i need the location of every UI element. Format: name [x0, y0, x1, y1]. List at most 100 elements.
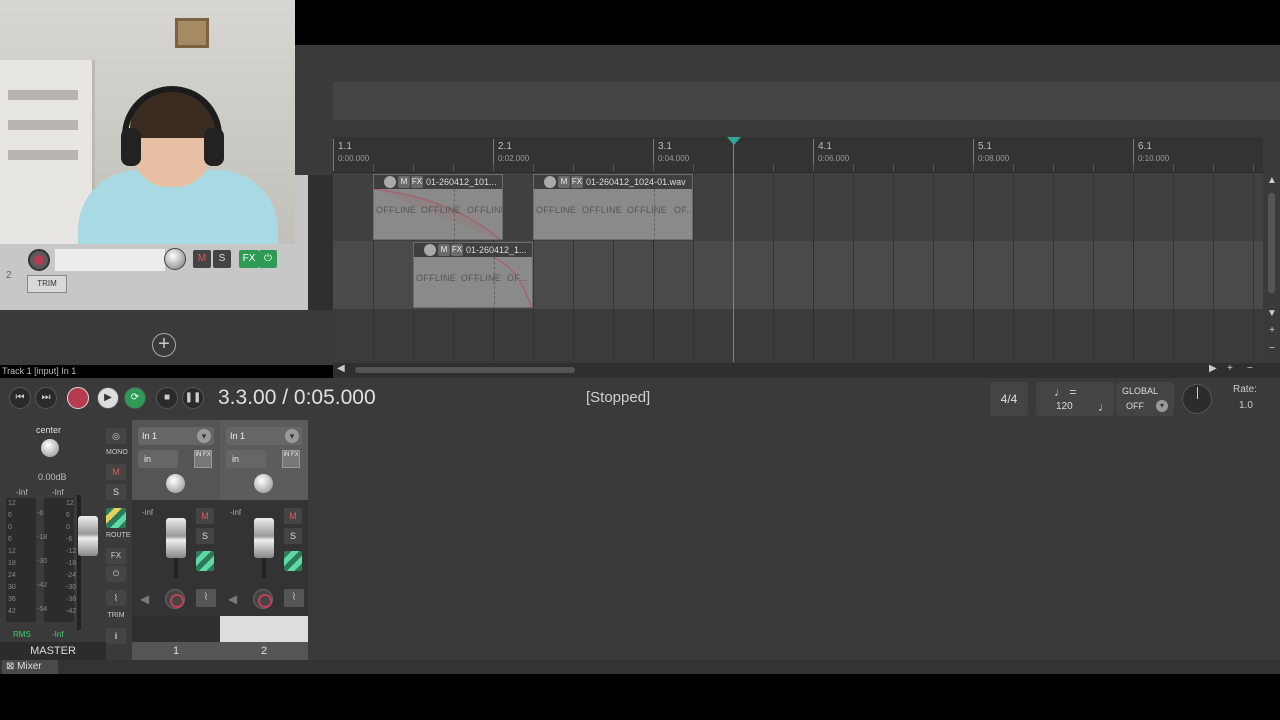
track-panel-divider[interactable] — [308, 175, 333, 310]
grid-line — [1133, 173, 1134, 361]
input-select[interactable]: In 1 — [138, 427, 214, 445]
item-lock-icon[interactable] — [544, 176, 556, 188]
global-automation[interactable]: GLOBAL OFF ▾ — [1116, 382, 1174, 416]
ruler-tick — [493, 164, 494, 172]
play-cursor-marker-icon[interactable] — [727, 137, 741, 145]
track-mute-button[interactable]: M — [193, 250, 211, 268]
record-icon[interactable] — [67, 387, 89, 409]
scroll-down-icon[interactable]: ▼ — [1266, 308, 1278, 319]
grid-line — [1173, 173, 1174, 361]
media-item[interactable]: 01-260412_101... M FX OFFLINE OFFLINE OF… — [373, 174, 503, 240]
ruler-tick — [973, 164, 974, 172]
item-mute-button[interactable]: M — [398, 176, 410, 188]
empty-track-area[interactable] — [333, 309, 1263, 361]
skip-forward-icon[interactable]: ⏭ — [35, 387, 57, 409]
fx-power-icon[interactable]: ⏻ — [106, 566, 126, 582]
scroll-left-icon[interactable]: ◀ — [337, 363, 345, 374]
master-fx-button[interactable]: FX — [106, 548, 126, 564]
media-item[interactable]: 01-260412_1... M FX OFFLINE OFFLINE OF..… — [413, 242, 533, 308]
meter-scale-label: 6 — [8, 536, 12, 543]
track-control-panel[interactable]: 2 M S FX ⏻ TRIM — [0, 244, 308, 310]
solo-button[interactable]: S — [284, 528, 302, 544]
envelope-icon[interactable]: ⌇ — [106, 590, 126, 606]
play-icon[interactable]: ▶ — [97, 387, 119, 409]
input-fx-button[interactable]: IN FX — [194, 450, 212, 468]
top-black-bar — [295, 0, 1280, 45]
record-arm-button[interactable] — [165, 589, 185, 609]
repeat-icon[interactable]: ⟳ — [124, 387, 146, 409]
add-track-icon[interactable]: + — [152, 333, 176, 357]
close-icon[interactable]: ⊠ — [6, 661, 14, 672]
meter-scale-label: -30 — [66, 584, 77, 591]
track-name-field[interactable] — [55, 249, 165, 271]
record-arm-button[interactable] — [28, 249, 50, 271]
mixer-tab[interactable]: ⊠ Mixer — [2, 660, 58, 674]
solo-button[interactable]: S — [196, 528, 214, 544]
strip-number[interactable]: 1 — [132, 642, 220, 660]
master-gain[interactable]: 0.00dB — [38, 472, 67, 482]
speaker-icon[interactable]: ◀ — [140, 592, 149, 606]
play-cursor[interactable] — [733, 137, 734, 362]
mixer-strip-1: In 1 in IN FX -inf M S ◀ ⌇ 1 — [132, 420, 220, 660]
pan-knob[interactable] — [166, 474, 185, 493]
volume-fader[interactable] — [254, 518, 274, 558]
mono-icon[interactable]: ◎ — [106, 428, 126, 444]
rate-knob[interactable] — [1182, 384, 1212, 414]
master-solo-button[interactable]: S — [106, 484, 126, 500]
time-signature[interactable]: 4/4 — [990, 382, 1028, 416]
track-solo-button[interactable]: S — [213, 250, 231, 268]
strip-number[interactable]: 2 — [220, 642, 308, 660]
skip-back-icon[interactable]: ⏮ — [9, 387, 31, 409]
scroll-right-icon[interactable]: ▶ — [1209, 363, 1217, 374]
route-icon[interactable] — [106, 508, 126, 528]
pause-icon[interactable]: ❚❚ — [182, 387, 204, 409]
item-fx-button[interactable]: FX — [451, 244, 463, 256]
stop-icon[interactable]: ■ — [156, 387, 178, 409]
vertical-scroll-thumb[interactable] — [1268, 193, 1275, 293]
trim-button[interactable]: TRIM — [27, 275, 67, 293]
envelope-icon[interactable]: ⌇ — [284, 589, 304, 607]
track-fx-button[interactable]: FX — [239, 250, 259, 268]
item-lock-icon[interactable] — [424, 244, 436, 256]
input-mode-select[interactable]: in — [226, 450, 266, 468]
horizontal-scrollbar[interactable]: ◀ ▶ + − — [333, 363, 1280, 378]
offline-label: OFFLINE — [467, 205, 502, 215]
input-mode-select[interactable]: in — [138, 450, 178, 468]
input-select[interactable]: In 1 — [226, 427, 302, 445]
tap-tempo-icon[interactable]: ♩ — [1098, 400, 1110, 414]
route-icon[interactable] — [284, 551, 302, 571]
speaker-icon[interactable]: ◀ — [228, 592, 237, 606]
zoom-in-icon[interactable]: + — [1266, 325, 1278, 336]
record-arm-button[interactable] — [253, 589, 273, 609]
master-pan-knob[interactable] — [41, 439, 59, 457]
rate-value[interactable]: 1.0 — [1239, 400, 1253, 411]
mute-button[interactable]: M — [284, 508, 302, 524]
scroll-up-icon[interactable]: ▲ — [1266, 175, 1278, 186]
route-icon[interactable] — [196, 551, 214, 571]
mute-button[interactable]: M — [196, 508, 214, 524]
pan-knob[interactable] — [254, 474, 273, 493]
item-fx-button[interactable]: FX — [571, 176, 583, 188]
vertical-scrollbar[interactable]: ▲ ▼ + − — [1263, 173, 1280, 363]
master-mute-button[interactable]: M — [106, 464, 126, 480]
volume-fader[interactable] — [166, 518, 186, 558]
h-zoom-in-icon[interactable]: + — [1227, 363, 1233, 374]
fx-power-icon[interactable]: ⏻ — [259, 250, 277, 268]
media-item[interactable]: 01-260412_1024-01.wav M FX OFFLINE OFFLI… — [533, 174, 693, 240]
item-fx-button[interactable]: FX — [411, 176, 423, 188]
timeline-ruler[interactable]: 1.1 0:00.000 2.1 0:02.000 3.1 0:04.000 4.1 0… — [333, 137, 1263, 173]
input-fx-button[interactable]: IN FX — [282, 450, 300, 468]
zoom-out-icon[interactable]: − — [1266, 343, 1278, 354]
horizontal-scroll-thumb[interactable] — [355, 367, 575, 373]
tempo-display[interactable]: ♩ = 120 ♩ — [1036, 382, 1114, 416]
envelope-icon[interactable]: ⌇ — [196, 589, 216, 607]
h-zoom-out-icon[interactable]: − — [1247, 363, 1253, 374]
volume-knob[interactable] — [164, 248, 186, 270]
dropdown-icon[interactable]: ▾ — [1156, 400, 1168, 412]
info-icon[interactable]: i — [106, 628, 126, 644]
time-display[interactable]: 3.3.00 / 0:05.000 — [218, 386, 376, 410]
item-mute-button[interactable]: M — [558, 176, 570, 188]
item-mute-button[interactable]: M — [438, 244, 450, 256]
master-fader[interactable] — [78, 516, 98, 556]
item-lock-icon[interactable] — [384, 176, 396, 188]
